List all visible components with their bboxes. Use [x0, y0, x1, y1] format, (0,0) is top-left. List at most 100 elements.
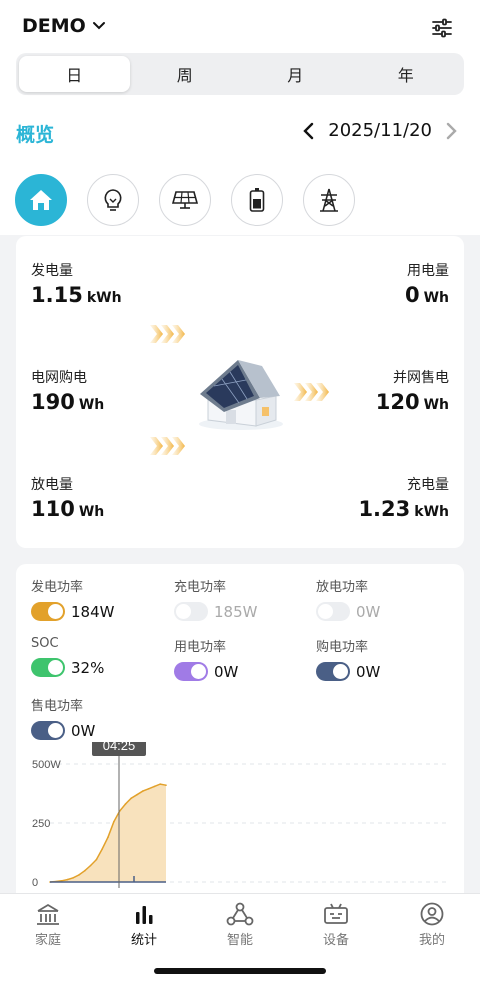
site-name: DEMO [22, 15, 86, 37]
data-point [136, 793, 138, 796]
tab-home[interactable]: 家庭 [13, 902, 83, 948]
solar-filter-button[interactable] [159, 174, 211, 226]
battery-icon [249, 188, 265, 212]
data-point [72, 877, 74, 879]
overview-title: 概览 [16, 124, 55, 146]
data-point [95, 858, 98, 861]
tab-month[interactable]: 月 [240, 56, 351, 92]
data-point [124, 803, 127, 805]
buy-power-switch[interactable] [316, 662, 350, 681]
tab-devices[interactable]: 设备 [301, 902, 371, 948]
sell-power-label: 售电功率 [31, 699, 84, 714]
battery-filter-button[interactable] [231, 174, 283, 226]
data-point [159, 783, 161, 785]
data-point [153, 785, 156, 788]
charge-stat: 充电量 1.23 kWh [358, 474, 449, 521]
discharge-label: 放电量 [31, 477, 73, 493]
use-power-label: 用电功率 [174, 640, 227, 655]
tab-stats-label: 统计 [130, 933, 157, 948]
consumption-stat: 用电量 0 Wh [405, 260, 449, 307]
grid-purchase-value: 190 [31, 390, 75, 414]
house-icon [37, 903, 59, 925]
grid-purchase-stat: 电网购电 190 Wh [31, 367, 104, 414]
soc-switch[interactable] [31, 658, 65, 677]
sell-power-value: 0W [71, 721, 96, 740]
home-indicator [154, 968, 326, 974]
consumption-value: 0 [404, 283, 420, 307]
discharge-power-value: 0W [356, 602, 381, 621]
device-filter-icons [15, 174, 355, 226]
home-icon [30, 190, 52, 210]
sell-power-switch[interactable] [31, 721, 65, 740]
generation-value: 1.15 [31, 283, 83, 307]
use-power-toggle: 用电功率 0W [174, 636, 238, 681]
tab-year[interactable]: 年 [351, 56, 462, 92]
gen-power-switch[interactable] [31, 602, 65, 621]
tab-me-label: 我的 [418, 933, 445, 948]
charge-power-switch[interactable] [174, 602, 208, 621]
discharge-value: 110 [31, 497, 75, 521]
consumption-unit: Wh [423, 290, 449, 306]
tab-me[interactable]: 我的 [397, 902, 467, 948]
date-navigator: 2025/11/20 [302, 120, 458, 141]
use-power-switch[interactable] [174, 662, 208, 681]
current-date[interactable]: 2025/11/20 [328, 120, 432, 141]
tab-smart[interactable]: 智能 [205, 902, 275, 948]
discharge-power-switch[interactable] [316, 602, 350, 621]
user-icon [420, 902, 444, 926]
energy-summary-card: 发电量 1.15 kWh 用电量 0 Wh 电网购电 190 Wh 并网售电 120 W… [16, 236, 464, 548]
charge-power-value: 185W [214, 602, 258, 621]
generation-area [50, 784, 166, 882]
data-point [142, 790, 144, 792]
soc-toggle: SOC 32% [31, 636, 104, 677]
generation-label: 发电量 [31, 263, 73, 279]
tab-day[interactable]: 日 [19, 56, 130, 92]
use-power-value: 0W [214, 662, 239, 681]
site-selector[interactable]: DEMO [22, 15, 106, 37]
home-filter-button[interactable] [15, 174, 67, 226]
buy-power-toggle: 购电功率 0W [316, 636, 380, 681]
filter-icon[interactable] [430, 16, 454, 40]
tab-smart-label: 智能 [226, 933, 253, 948]
consumption-label: 用电量 [407, 263, 449, 279]
sell-power-toggle: 售电功率 0W [31, 695, 95, 740]
data-point [78, 874, 80, 876]
tab-devices-label: 设备 [322, 933, 349, 948]
soc-label: SOC [31, 636, 59, 651]
grid-filter-button[interactable] [303, 174, 355, 226]
tab-home-label: 家庭 [34, 933, 61, 948]
charge-unit: kWh [414, 504, 449, 520]
data-point [101, 848, 103, 850]
data-point [89, 864, 92, 867]
generation-unit: kWh [86, 290, 122, 306]
flow-arrow-icon [150, 325, 185, 343]
data-point [66, 878, 69, 881]
power-chart[interactable]: 500W 250 0 04:25 [16, 742, 464, 894]
charge-power-label: 充电功率 [174, 580, 227, 595]
discharge-power-label: 放电功率 [316, 580, 369, 595]
overview-bar: 概览 2025/11/20 [0, 110, 480, 235]
chevron-down-icon [92, 22, 105, 30]
generation-stat: 发电量 1.15 kWh [31, 260, 122, 307]
discharge-unit: Wh [78, 504, 105, 520]
tab-stats[interactable]: 统计 [109, 902, 179, 948]
flow-arrow-icon [294, 383, 329, 401]
data-point [130, 797, 132, 799]
load-filter-button[interactable] [87, 174, 139, 226]
tab-week[interactable]: 周 [130, 56, 241, 92]
data-point [84, 869, 86, 872]
gen-power-toggle: 发电功率 184W [31, 576, 114, 621]
gen-power-value: 184W [71, 602, 115, 621]
chevron-left-icon[interactable] [302, 121, 316, 141]
buy-power-value: 0W [356, 662, 381, 681]
y-tick-label: 500W [32, 759, 61, 771]
bar-chart-icon [136, 906, 153, 924]
gen-power-label: 发电功率 [31, 580, 84, 595]
nodes-icon [226, 902, 254, 926]
house-illustration [199, 360, 283, 430]
grid-sale-label: 并网售电 [393, 370, 449, 386]
chevron-right-icon[interactable] [444, 121, 458, 141]
charge-power-toggle: 充电功率 185W [174, 576, 257, 621]
data-point [113, 821, 115, 823]
discharge-power-toggle: 放电功率 0W [316, 576, 380, 621]
